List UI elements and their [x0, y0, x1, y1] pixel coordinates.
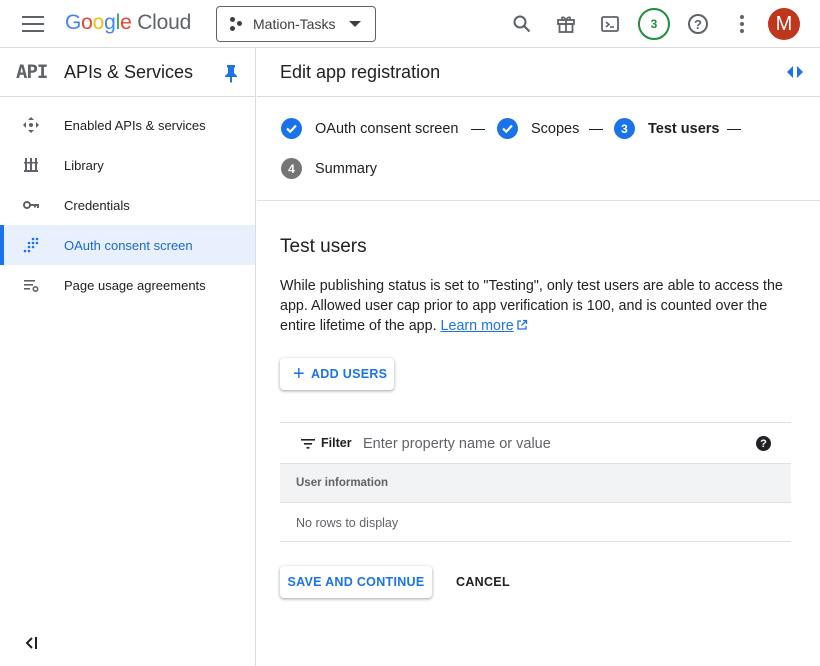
- logo-letter: o: [92, 11, 105, 34]
- sidebar-header: API APIs & Services: [0, 48, 255, 97]
- main-content: Edit app registration OAuth consent scre…: [257, 48, 820, 666]
- chevron-down-icon: [349, 21, 361, 27]
- external-link-icon[interactable]: [516, 319, 528, 331]
- add-users-label: ADD USERS: [310, 367, 388, 381]
- sidebar-nav: Enabled APIs & services Library Credenti…: [0, 105, 255, 305]
- project-name: Mation-Tasks: [253, 16, 336, 32]
- step-number: 3: [614, 118, 635, 139]
- logo-suffix: Cloud: [137, 11, 192, 34]
- save-and-continue-button[interactable]: SAVE AND CONTINUE: [280, 566, 432, 598]
- logo-letter: g: [104, 11, 116, 34]
- step-number: 4: [281, 158, 302, 179]
- sidebar-title: APIs & Services: [64, 62, 194, 82]
- pin-icon[interactable]: [222, 63, 240, 83]
- terminal-icon[interactable]: [596, 10, 624, 38]
- expand-panel-icon[interactable]: [785, 64, 805, 80]
- filter-bar: Filter ?: [280, 422, 791, 464]
- step-label: Test users: [648, 120, 720, 137]
- step-connector: [727, 129, 741, 130]
- step-label: Summary: [315, 160, 378, 177]
- search-icon[interactable]: [508, 10, 536, 38]
- stepper: OAuth consent screen Scopes 3 Test users…: [257, 97, 820, 201]
- section-description: While publishing status is set to "Testi…: [280, 276, 792, 336]
- step-test-users[interactable]: 3 Test users: [614, 118, 719, 139]
- check-icon: [281, 118, 302, 139]
- key-icon: [23, 201, 39, 209]
- save-button-label: SAVE AND CONTINUE: [287, 575, 425, 589]
- filter-label: Filter: [321, 436, 352, 450]
- sidebar-item-page-usage[interactable]: Page usage agreements: [0, 265, 255, 305]
- cancel-button-label: CANCEL: [456, 575, 510, 589]
- settings-list-icon: [24, 280, 39, 293]
- notifications-badge[interactable]: 3: [638, 8, 670, 40]
- step-scopes[interactable]: Scopes: [497, 118, 579, 139]
- dot-grid-icon: [23, 237, 39, 253]
- step-connector: [471, 129, 485, 130]
- filter-input[interactable]: [363, 431, 743, 457]
- test-users-section: Test users While publishing status is se…: [280, 236, 792, 336]
- sidebar-item-credentials[interactable]: Credentials: [0, 185, 255, 225]
- step-summary[interactable]: 4 Summary: [281, 158, 377, 179]
- logo-letter: e: [120, 11, 132, 34]
- avatar[interactable]: M: [768, 8, 800, 40]
- check-icon: [497, 118, 518, 139]
- step-connector: [589, 129, 603, 130]
- empty-table-row: No rows to display: [280, 503, 791, 542]
- description-text: While publishing status is set to "Testi…: [280, 278, 783, 334]
- api-logo-icon: API: [16, 61, 48, 83]
- sidebar-item-library[interactable]: Library: [0, 145, 255, 185]
- project-picker[interactable]: Mation-Tasks: [216, 6, 376, 42]
- step-label: Scopes: [531, 120, 580, 137]
- learn-more-label: Learn more: [440, 318, 514, 334]
- sidebar-item-label: Library: [64, 157, 104, 173]
- gift-icon[interactable]: [552, 10, 580, 38]
- sidebar: API APIs & Services Enabled APIs & servi…: [0, 48, 256, 666]
- step-label: OAuth consent screen: [315, 120, 459, 137]
- menu-icon[interactable]: [22, 16, 44, 32]
- filter-icon: [301, 439, 315, 449]
- library-icon: [24, 158, 38, 172]
- sidebar-item-label: Page usage agreements: [64, 277, 206, 293]
- column-header-label: User information: [296, 477, 389, 489]
- learn-more-link[interactable]: Learn more: [441, 318, 514, 334]
- logo-letter: G: [65, 11, 82, 34]
- add-users-button[interactable]: + ADD USERS: [280, 358, 394, 390]
- test-users-table: Filter ? User information No rows to dis…: [280, 422, 791, 542]
- google-cloud-logo[interactable]: Google Cloud: [65, 11, 191, 35]
- section-title: Test users: [280, 236, 367, 257]
- main-header: Edit app registration: [257, 48, 820, 97]
- collapse-sidebar-icon[interactable]: [22, 634, 40, 652]
- help-icon[interactable]: ?: [684, 10, 712, 38]
- help-icon[interactable]: ?: [756, 436, 771, 451]
- empty-table-text: No rows to display: [296, 516, 399, 530]
- sidebar-item-enabled-apis[interactable]: Enabled APIs & services: [0, 105, 255, 145]
- project-dots-icon: [230, 17, 244, 31]
- plus-icon: +: [293, 363, 305, 385]
- sidebar-item-oauth-consent[interactable]: OAuth consent screen: [0, 225, 255, 265]
- logo-letter: o: [81, 11, 93, 34]
- step-oauth-consent[interactable]: OAuth consent screen: [281, 118, 458, 139]
- top-bar: Google Cloud Mation-Tasks 3 ? M: [0, 0, 820, 48]
- sidebar-item-label: Credentials: [64, 197, 130, 213]
- page-title: Edit app registration: [280, 62, 441, 82]
- more-vert-icon[interactable]: [728, 10, 756, 38]
- cancel-button[interactable]: CANCEL: [446, 566, 520, 598]
- sidebar-item-label: Enabled APIs & services: [64, 117, 206, 133]
- move-arrows-icon: [23, 117, 39, 133]
- sidebar-item-label: OAuth consent screen: [64, 237, 193, 253]
- column-header-user-information[interactable]: User information: [280, 464, 791, 503]
